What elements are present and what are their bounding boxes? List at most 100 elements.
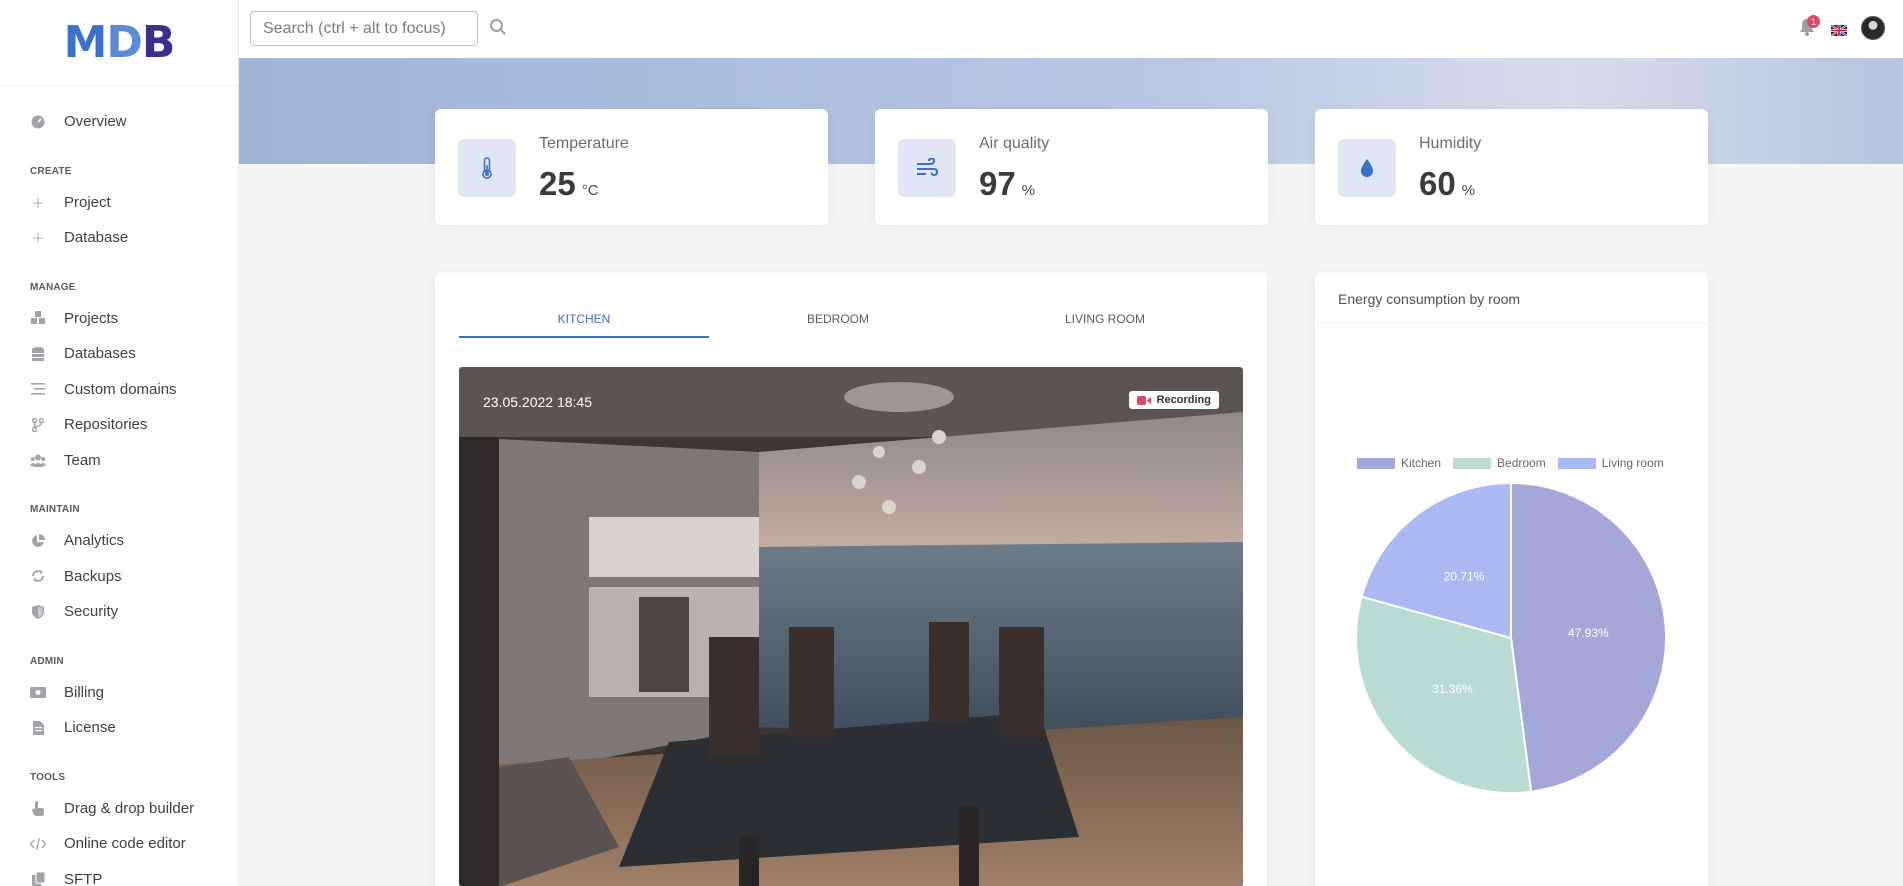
cubes-icon — [30, 310, 46, 326]
energy-card-title: Energy consumption by room — [1338, 291, 1521, 307]
database-icon — [30, 346, 46, 362]
search-input[interactable] — [250, 11, 478, 46]
stat-label: Air quality — [979, 135, 1050, 152]
list-icon — [30, 381, 46, 397]
air-quality-card: Air quality 97% — [875, 109, 1268, 225]
notifications-button[interactable]: 1 — [1799, 15, 1820, 38]
stat-unit: °C — [581, 182, 599, 199]
sidebar-item-license[interactable]: License — [0, 710, 238, 746]
sidebar-item-label: Analytics — [64, 532, 125, 550]
sidebar-item-repositories[interactable]: Repositories — [0, 407, 238, 443]
sidebar-item-label: License — [64, 719, 116, 737]
sidebar-item-label: Online code editor — [64, 835, 186, 853]
sidebar-item-label: Database — [64, 229, 129, 247]
sidebar-item-label: Overview — [64, 113, 127, 131]
legend-label: Living room — [1601, 456, 1664, 470]
sidebar-item-team[interactable]: Team — [0, 443, 238, 479]
code-branch-icon — [30, 417, 46, 433]
energy-pie-chart: 47.93% 31.36% 20.71% — [1355, 481, 1667, 794]
stat-unit: % — [1461, 182, 1476, 199]
sidebar-item-label: Billing — [64, 683, 105, 701]
pie-data-label: 20.71% — [1444, 569, 1485, 583]
sidebar-item-online-code-editor[interactable]: Online code editor — [0, 826, 238, 862]
stat-value: 25 °C — [539, 165, 599, 203]
section-create: CREATE — [30, 165, 72, 177]
camera-feed[interactable]: 23.05.2022 18:45 Recording — [459, 367, 1243, 886]
sidebar-item-label: Drag & drop builder — [64, 799, 195, 817]
section-tools: TOOLS — [30, 771, 66, 783]
video-camera-icon — [1136, 395, 1151, 405]
sidebar-item-backups[interactable]: Backups — [0, 559, 238, 595]
kitchen-camera-image — [459, 367, 1243, 886]
pie-data-label: 47.93% — [1568, 626, 1609, 640]
search-icon[interactable] — [489, 18, 509, 38]
legend-swatch — [1453, 457, 1492, 469]
legend-item[interactable]: Living room — [1557, 456, 1664, 470]
sync-icon — [30, 568, 46, 584]
legend-label: Bedroom — [1497, 456, 1546, 470]
copy-icon — [30, 871, 46, 886]
sidebar-item-sftp[interactable]: SFTP — [0, 862, 238, 886]
sidebar-item-label: Projects — [64, 309, 119, 327]
energy-card: Energy consumption by room Kitchen Bedroo… — [1315, 273, 1708, 886]
sidebar-item-label: Security — [64, 603, 119, 621]
sidebar: MDB Overview CREATE ＋ Project ＋ Database… — [0, 0, 239, 886]
section-manage: MANAGE — [30, 281, 76, 293]
user-avatar[interactable] — [1861, 16, 1885, 40]
stat-number: 97 — [979, 165, 1016, 202]
legend-item[interactable]: Bedroom — [1453, 456, 1546, 470]
section-maintain: MAINTAIN — [30, 504, 80, 515]
sidebar-item-label: Repositories — [64, 416, 148, 434]
sidebar-item-drag-drop-builder[interactable]: Drag & drop builder — [0, 791, 238, 827]
legend-swatch — [1357, 457, 1395, 469]
camera-card: KITCHEN BEDROOM LIVING ROOM 23.05.2022 1… — [435, 273, 1267, 886]
gauge-icon — [30, 114, 46, 130]
sidebar-item-label: Team — [64, 451, 101, 469]
temperature-card: Temperature 25 °C — [435, 109, 828, 225]
file-contract-icon — [30, 720, 46, 736]
sidebar-item-label: Custom domains — [64, 380, 177, 398]
stat-unit: % — [1021, 182, 1036, 199]
tab-bedroom[interactable]: BEDROOM — [709, 298, 967, 338]
pie-data-label: 31.36% — [1432, 682, 1473, 696]
sidebar-item-billing[interactable]: Billing — [0, 675, 238, 711]
tab-kitchen[interactable]: KITCHEN — [459, 298, 709, 338]
sidebar-item-analytics[interactable]: Analytics — [0, 523, 238, 559]
chart-pie-icon — [30, 533, 46, 549]
sidebar-nav: Overview CREATE ＋ Project ＋ Database MAN… — [0, 86, 238, 886]
stat-value: 60% — [1419, 165, 1475, 203]
divider — [1315, 323, 1708, 324]
stat-label: Temperature — [539, 135, 629, 152]
notification-badge: 1 — [1807, 15, 1820, 28]
stat-value: 97% — [979, 165, 1035, 203]
sidebar-item-databases[interactable]: Databases — [0, 336, 238, 372]
legend-label: Kitchen — [1401, 456, 1442, 470]
sidebar-item-projects[interactable]: Projects — [0, 301, 238, 337]
legend-item[interactable]: Kitchen — [1357, 456, 1441, 470]
users-icon — [30, 452, 46, 468]
sidebar-item-project[interactable]: ＋ Project — [0, 185, 238, 221]
wind-icon — [898, 139, 956, 197]
sidebar-item-security[interactable]: Security — [0, 594, 238, 630]
humidity-card: Humidity 60% — [1315, 109, 1708, 225]
sidebar-item-database[interactable]: ＋ Database — [0, 220, 238, 256]
money-bill-icon — [30, 684, 46, 700]
topbar-actions: 1 — [1799, 15, 1885, 40]
top-navbar: 1 — [239, 0, 1903, 58]
section-admin: ADMIN — [30, 655, 64, 667]
mdb-logo[interactable]: MDB — [0, 0, 238, 86]
hand-pointer-icon — [30, 800, 46, 816]
thermometer-icon — [458, 139, 516, 197]
stat-number: 60 — [1419, 165, 1456, 202]
plus-icon: ＋ — [31, 195, 45, 211]
sidebar-item-label: Databases — [64, 345, 136, 363]
sidebar-item-label: SFTP — [64, 870, 103, 886]
sidebar-item-overview[interactable]: Overview — [0, 104, 238, 140]
uk-flag-icon[interactable] — [1830, 23, 1848, 37]
plus-icon: ＋ — [31, 231, 45, 247]
sidebar-item-label: Project — [64, 193, 111, 211]
sidebar-item-custom-domains[interactable]: Custom domains — [0, 372, 238, 408]
droplet-icon — [1338, 139, 1396, 197]
tab-living-room[interactable]: LIVING ROOM — [967, 298, 1243, 338]
sidebar-item-label: Backups — [64, 567, 122, 585]
